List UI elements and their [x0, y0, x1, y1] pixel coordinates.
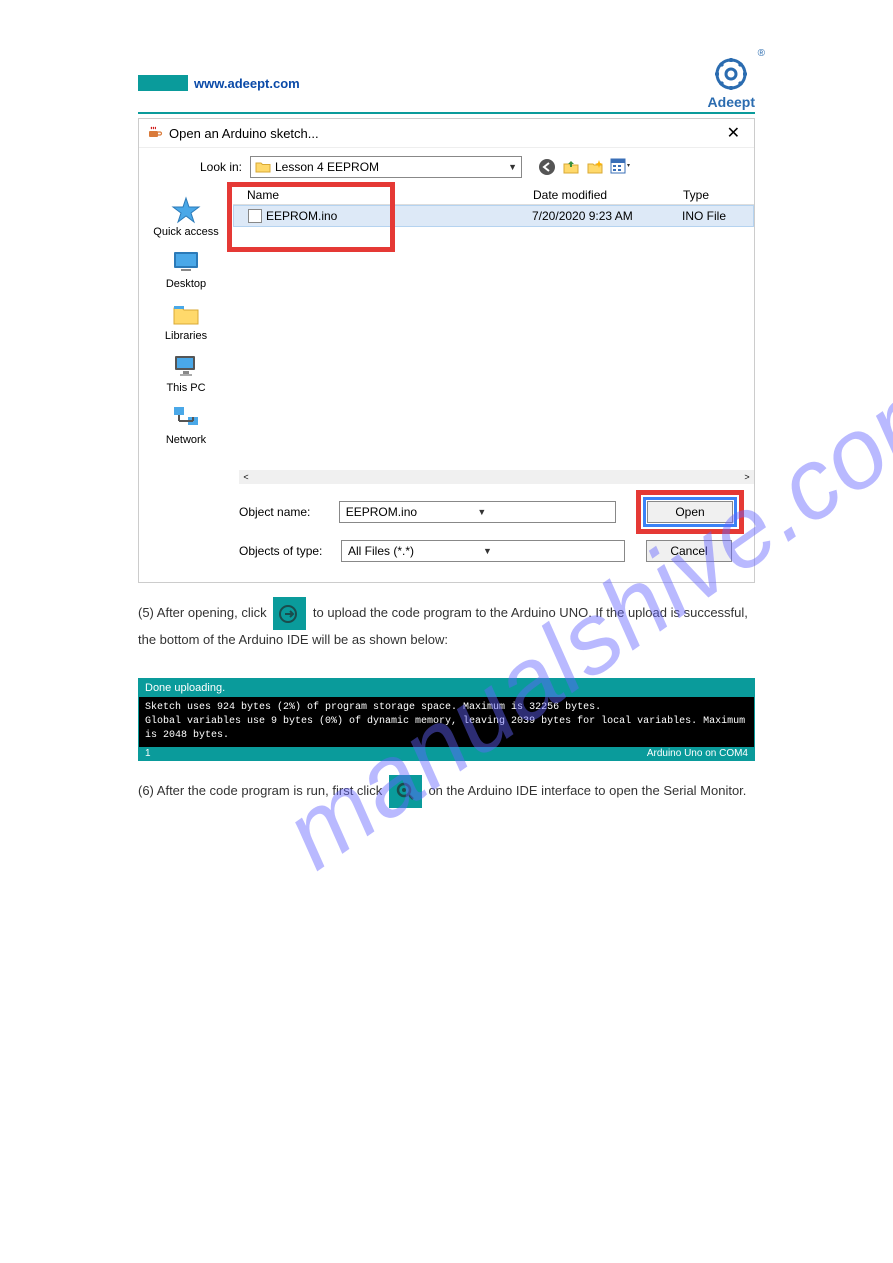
lookin-value: Lesson 4 EEPROM [275, 160, 508, 174]
column-name[interactable]: Name [233, 188, 533, 202]
sidebar-this-pc[interactable]: This PC [166, 350, 205, 396]
serial-monitor-icon [389, 775, 422, 808]
instruction-text: (5) After opening, click [138, 605, 270, 620]
console-line: Global variables use 9 bytes (0%) of dyn… [145, 715, 748, 743]
pc-icon [171, 352, 201, 380]
scroll-right-icon[interactable]: > [740, 470, 754, 484]
registered-icon: ® [758, 48, 765, 59]
chevron-down-icon: ▼ [483, 546, 618, 556]
back-icon[interactable] [538, 158, 556, 176]
file-name: EEPROM.ino [266, 209, 532, 223]
network-icon [171, 404, 201, 432]
scroll-left-icon[interactable]: < [239, 470, 253, 484]
sidebar-item-label: Libraries [165, 330, 207, 342]
sidebar-item-label: Quick access [153, 226, 218, 238]
star-icon [171, 196, 201, 224]
adeept-logo: ® Adeept [708, 56, 755, 110]
scroll-track[interactable] [253, 470, 740, 484]
console-status: Done uploading. [139, 679, 754, 697]
chevron-down-icon: ▼ [477, 507, 609, 517]
console-output: Sketch uses 924 bytes (2%) of program st… [139, 697, 754, 747]
cancel-button[interactable]: Cancel [646, 540, 732, 562]
desktop-icon [171, 248, 201, 276]
file-list-area: Name Date modified Type EEPROM.ino 7/20/… [233, 186, 754, 484]
column-type[interactable]: Type [683, 188, 754, 202]
java-coffee-icon [147, 125, 163, 141]
page-header: www.adeept.com ® Adeept [138, 56, 755, 114]
header-accent-block [138, 75, 188, 91]
gear-logo-icon [713, 56, 749, 92]
upload-icon [273, 597, 306, 630]
lookin-label: Look in: [197, 160, 242, 174]
sidebar-item-label: This PC [166, 382, 205, 394]
file-date: 7/20/2020 9:23 AM [532, 209, 682, 223]
sidebar-quick-access[interactable]: Quick access [153, 194, 218, 240]
sidebar-network[interactable]: Network [166, 402, 206, 448]
objname-combo[interactable]: EEPROM.ino ▼ [339, 501, 616, 523]
new-folder-icon[interactable] [586, 158, 604, 176]
file-dialog: Open an Arduino sketch... ✕ Look in: Les… [138, 118, 755, 583]
highlight-open-box: Open [636, 490, 744, 534]
libraries-icon [171, 300, 201, 328]
column-date[interactable]: Date modified [533, 188, 683, 202]
sidebar-item-label: Network [166, 434, 206, 446]
objtype-value: All Files (*.*) [348, 544, 483, 558]
close-button[interactable]: ✕ [721, 123, 746, 143]
file-row[interactable]: EEPROM.ino 7/20/2020 9:23 AM INO File [233, 205, 754, 227]
header-url: www.adeept.com [194, 76, 300, 91]
logo-text: Adeept [708, 94, 755, 110]
objtype-combo[interactable]: All Files (*.*) ▼ [341, 540, 625, 562]
chevron-down-icon: ▼ [508, 162, 517, 172]
console-line-number: 1 [145, 748, 151, 759]
file-list-header: Name Date modified Type [233, 186, 754, 205]
console-line: Sketch uses 924 bytes (2%) of program st… [145, 701, 748, 715]
horizontal-scrollbar[interactable]: < > [239, 470, 754, 484]
sidebar-desktop[interactable]: Desktop [166, 246, 206, 292]
lookin-combo[interactable]: Lesson 4 EEPROM ▼ [250, 156, 522, 178]
view-menu-icon[interactable] [610, 158, 632, 176]
places-sidebar: Quick access Desktop Libraries This PC N… [139, 186, 233, 484]
folder-icon [255, 160, 271, 174]
instruction-step-5: (5) After opening, click to upload the c… [138, 597, 755, 650]
objname-value: EEPROM.ino [346, 505, 478, 519]
objname-label: Object name: [239, 505, 329, 519]
sidebar-libraries[interactable]: Libraries [165, 298, 207, 344]
open-button[interactable]: Open [647, 501, 733, 523]
dialog-title: Open an Arduino sketch... [169, 126, 721, 141]
arduino-console: Done uploading. Sketch uses 924 bytes (2… [138, 678, 755, 761]
file-icon [248, 209, 262, 223]
instruction-text: (6) After the code program is run, first… [138, 782, 386, 797]
objtype-label: Objects of type: [239, 544, 331, 558]
instruction-step-6: (6) After the code program is run, first… [138, 775, 755, 808]
up-folder-icon[interactable] [562, 158, 580, 176]
instruction-text: on the Arduino IDE interface to open the… [428, 782, 746, 797]
file-type: INO File [682, 209, 753, 223]
sidebar-item-label: Desktop [166, 278, 206, 290]
console-board-info: Arduino Uno on COM4 [647, 748, 748, 759]
console-statusbar: 1 Arduino Uno on COM4 [139, 747, 754, 760]
